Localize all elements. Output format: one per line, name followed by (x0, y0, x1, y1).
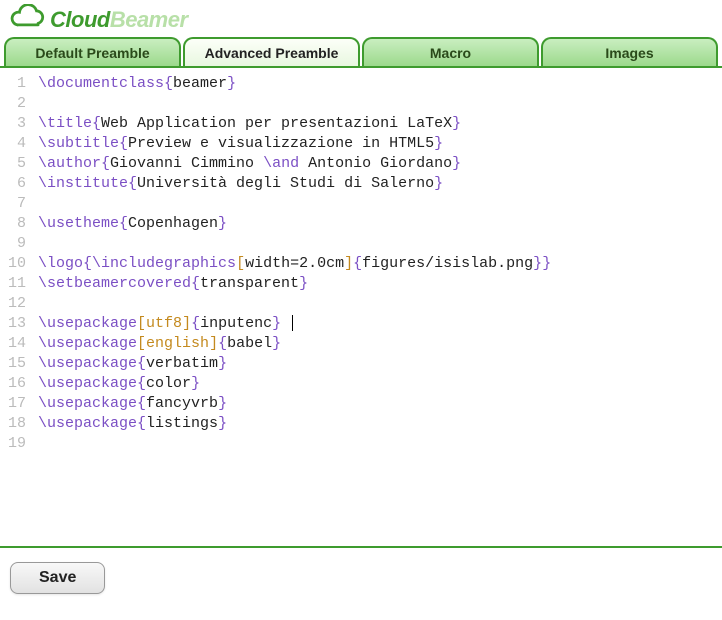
app-logo: CloudBeamer (0, 0, 722, 37)
text-cursor (292, 315, 293, 331)
code-line[interactable] (38, 294, 722, 314)
code-line[interactable]: \usepackage{verbatim} (38, 354, 722, 374)
code-editor[interactable]: 12345678910111213141516171819 \documentc… (0, 68, 722, 548)
line-number: 14 (0, 334, 26, 354)
line-gutter: 12345678910111213141516171819 (0, 74, 32, 546)
line-number: 7 (0, 194, 26, 214)
code-line[interactable]: \author{Giovanni Cimmino \and Antonio Gi… (38, 154, 722, 174)
logo-text: CloudBeamer (50, 7, 188, 33)
tab-default-preamble[interactable]: Default Preamble (4, 37, 181, 66)
cloud-icon (8, 4, 46, 35)
code-line[interactable]: \documentclass{beamer} (38, 74, 722, 94)
line-number: 17 (0, 394, 26, 414)
code-line[interactable]: \usepackage[english]{babel} (38, 334, 722, 354)
line-number: 2 (0, 94, 26, 114)
tab-advanced-preamble[interactable]: Advanced Preamble (183, 37, 360, 66)
line-number: 11 (0, 274, 26, 294)
code-line[interactable]: \usetheme{Copenhagen} (38, 214, 722, 234)
tab-images[interactable]: Images (541, 37, 718, 66)
line-number: 13 (0, 314, 26, 334)
line-number: 3 (0, 114, 26, 134)
code-line[interactable]: \usepackage{fancyvrb} (38, 394, 722, 414)
code-line[interactable] (38, 94, 722, 114)
line-number: 6 (0, 174, 26, 194)
line-number: 1 (0, 74, 26, 94)
line-number: 15 (0, 354, 26, 374)
code-line[interactable]: \subtitle{Preview e visualizzazione in H… (38, 134, 722, 154)
line-number: 5 (0, 154, 26, 174)
line-number: 19 (0, 434, 26, 454)
line-number: 12 (0, 294, 26, 314)
code-line[interactable]: \setbeamercovered{transparent} (38, 274, 722, 294)
code-line[interactable] (38, 234, 722, 254)
tab-bar: Default PreambleAdvanced PreambleMacroIm… (0, 37, 722, 68)
footer: Save (0, 548, 722, 608)
tab-macro[interactable]: Macro (362, 37, 539, 66)
code-line[interactable] (38, 194, 722, 214)
line-number: 8 (0, 214, 26, 234)
line-number: 16 (0, 374, 26, 394)
line-number: 18 (0, 414, 26, 434)
line-number: 9 (0, 234, 26, 254)
line-number: 4 (0, 134, 26, 154)
code-area[interactable]: \documentclass{beamer} \title{Web Applica… (32, 74, 722, 546)
code-line[interactable]: \logo{\includegraphics[width=2.0cm]{figu… (38, 254, 722, 274)
line-number: 10 (0, 254, 26, 274)
code-line[interactable]: \institute{Università degli Studi di Sal… (38, 174, 722, 194)
code-line[interactable]: \title{Web Application per presentazioni… (38, 114, 722, 134)
code-line[interactable]: \usepackage{listings} (38, 414, 722, 434)
code-line[interactable]: \usepackage[utf8]{inputenc} (38, 314, 722, 334)
code-line[interactable] (38, 434, 722, 454)
save-button[interactable]: Save (10, 562, 105, 594)
code-line[interactable]: \usepackage{color} (38, 374, 722, 394)
